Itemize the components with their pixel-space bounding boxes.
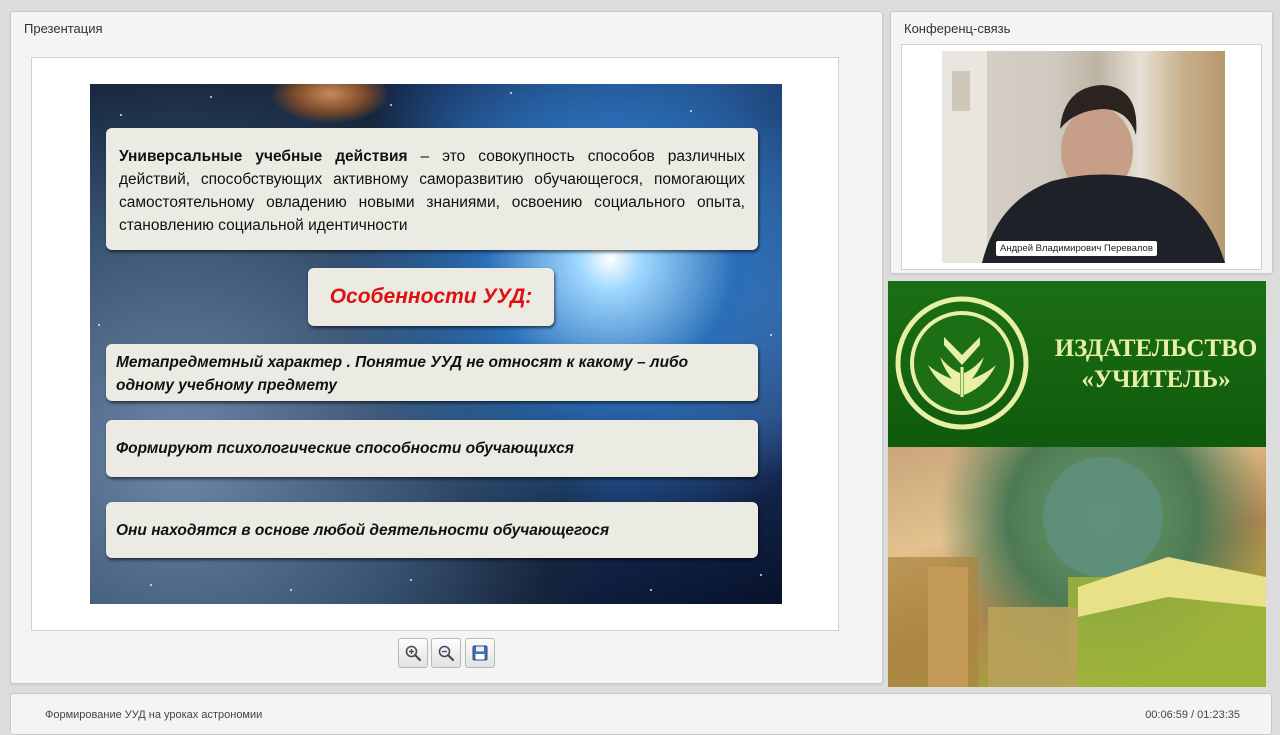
zoom-in-icon <box>405 645 422 662</box>
video-frame: Андрей Владимирович Перевалов <box>901 44 1262 270</box>
speaker-name-label: Андрей Владимирович Перевалов <box>996 241 1157 256</box>
save-button[interactable] <box>465 638 495 668</box>
speaker-silhouette <box>942 51 1225 263</box>
presentation-slide: Универсальные учебные действия – это сов… <box>90 84 782 604</box>
banner-title-line2: «УЧИТЕЛЬ» <box>1081 366 1231 393</box>
save-icon <box>472 645 488 661</box>
star <box>290 589 292 591</box>
feature-item-2: Формируют психологические способности об… <box>106 420 758 477</box>
speaker-video[interactable]: Андрей Владимирович Перевалов <box>942 51 1225 263</box>
zoom-out-icon <box>438 645 455 662</box>
feature-item-3-text: Они находятся в основе любой деятельност… <box>116 521 610 539</box>
star <box>120 114 122 116</box>
star <box>760 574 762 576</box>
time-display: 00:06:59 / 01:23:35 <box>1145 709 1240 721</box>
conference-panel: Конференц-связь Андрей Владимирович Пере… <box>890 11 1273 274</box>
zoom-in-button[interactable] <box>398 638 428 668</box>
star <box>98 324 100 326</box>
banner-title-line1: ИЗДАТЕЛЬСТВО <box>1054 335 1258 362</box>
lecture-title: Формирование УУД на уроках астрономии <box>45 709 263 721</box>
star <box>510 92 512 94</box>
banner-title: ИЗДАТЕЛЬСТВО «УЧИТЕЛЬ» <box>1046 333 1266 395</box>
conference-panel-title: Конференц-связь <box>904 21 1011 36</box>
banner-books-globe-image <box>888 447 1266 687</box>
feature-item-1: Метапредметный характер . Понятие УУД не… <box>106 344 758 401</box>
presentation-panel: Презентация Универсальные учебные действ… <box>10 11 883 684</box>
star <box>150 584 152 586</box>
publisher-banner[interactable]: ИЗДАТЕЛЬСТВО «УЧИТЕЛЬ» <box>888 281 1266 687</box>
feature-item-2-text: Формируют психологические способности об… <box>116 440 574 457</box>
star <box>650 589 652 591</box>
star <box>690 110 692 112</box>
books-illustration <box>888 457 1266 687</box>
definition-term: Универсальные учебные действия <box>119 148 408 165</box>
features-heading: Особенности УУД: <box>308 268 554 326</box>
slide-frame: Универсальные учебные действия – это сов… <box>31 57 839 631</box>
presentation-panel-title: Презентация <box>24 21 103 36</box>
banner-header: ИЗДАТЕЛЬСТВО «УЧИТЕЛЬ» <box>888 281 1266 447</box>
zoom-out-button[interactable] <box>431 638 461 668</box>
star <box>390 104 392 106</box>
star <box>210 96 212 98</box>
star <box>410 579 412 581</box>
publisher-logo-icon <box>895 296 1029 430</box>
player-bottom-bar: Формирование УУД на уроках астрономии 00… <box>10 693 1272 735</box>
feature-item-3: Они находятся в основе любой деятельност… <box>106 502 758 558</box>
definition-box: Универсальные учебные действия – это сов… <box>106 128 758 250</box>
star <box>770 334 772 336</box>
